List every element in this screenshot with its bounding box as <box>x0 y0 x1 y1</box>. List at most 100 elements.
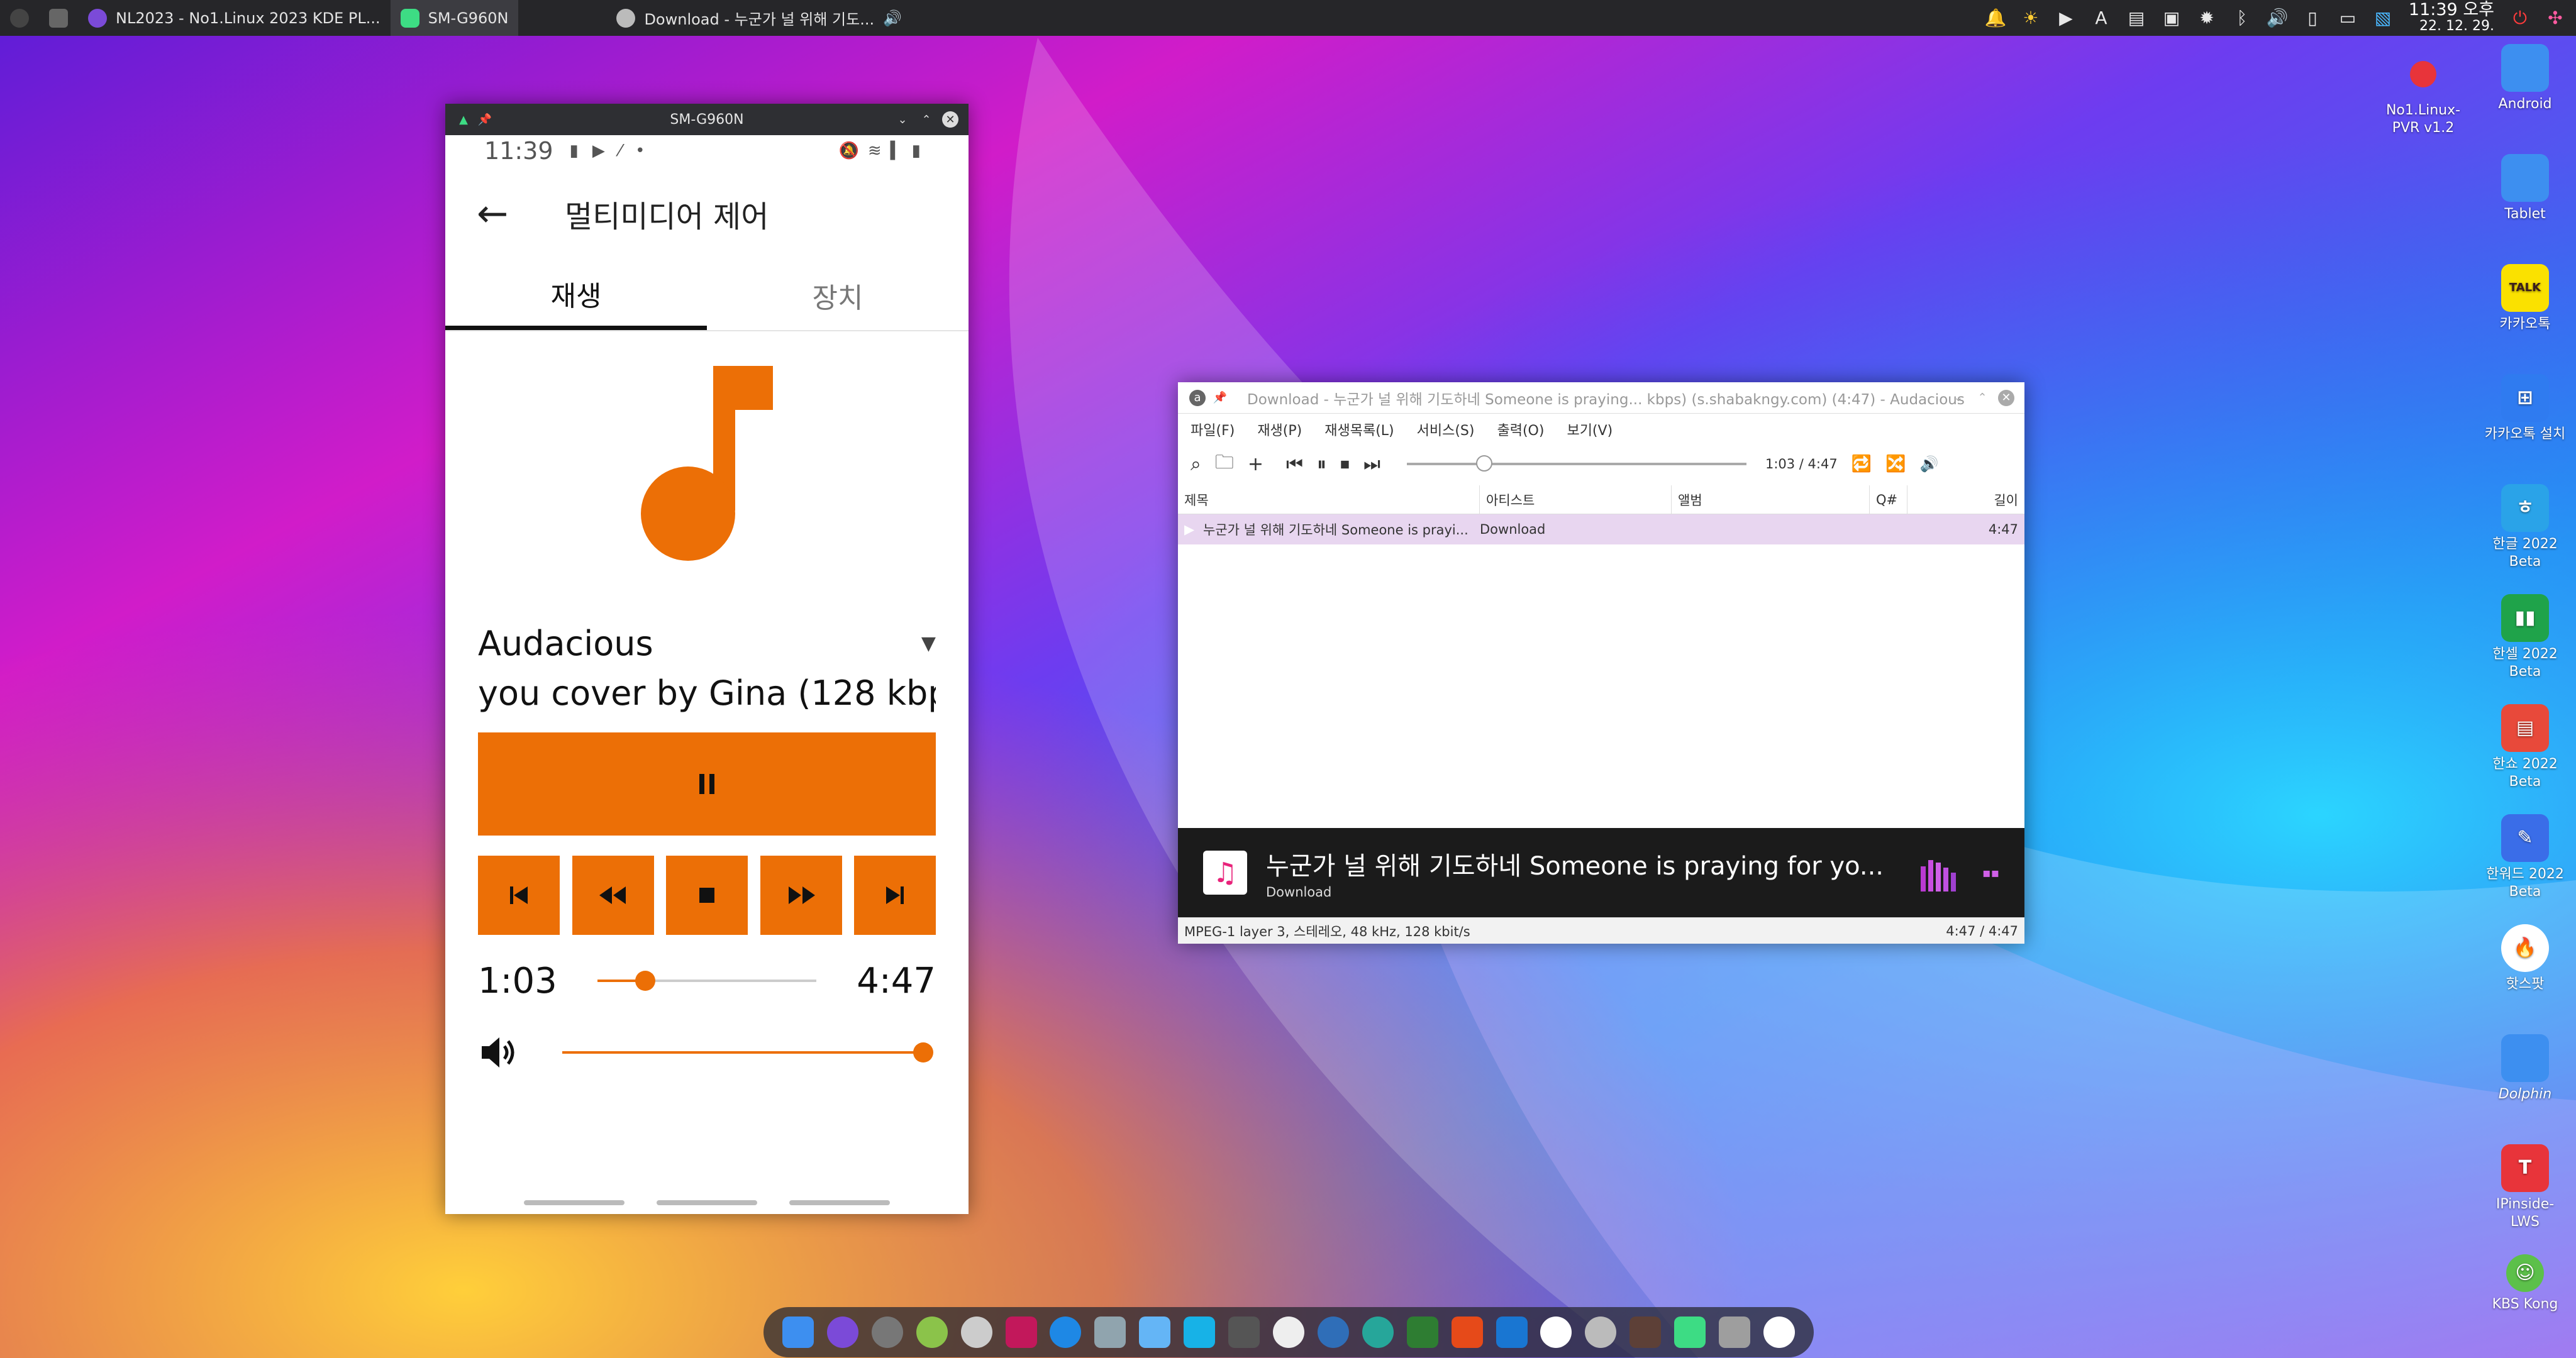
menu-output[interactable]: 출력(O) <box>1497 419 1544 439</box>
dock-tool-icon[interactable] <box>1719 1317 1751 1348</box>
seek-slider[interactable] <box>1406 455 1746 472</box>
phone-window-titlebar[interactable]: ▲ 📌 SM-G960N ⌄ ⌃ ✕ <box>445 104 969 135</box>
phone-icon[interactable]: ▯ <box>2303 8 2322 28</box>
pin-icon[interactable]: 📌 <box>1212 390 1228 406</box>
desktop-icon-hanword[interactable]: ✎ 한워드 2022 Beta <box>2478 814 2572 901</box>
maximize-icon[interactable]: ⌃ <box>1974 389 1990 406</box>
dock-document-icon[interactable] <box>1094 1317 1126 1348</box>
weather-icon[interactable]: ☀ <box>2021 8 2040 28</box>
dock-android-icon[interactable] <box>1674 1317 1706 1348</box>
tab-play[interactable]: 재생 <box>445 261 707 330</box>
seek-knob[interactable] <box>1475 455 1492 472</box>
desktop-icon-hanshow[interactable]: ▤ 한쇼 2022 Beta <box>2478 704 2572 791</box>
dock-terminal-icon[interactable] <box>1228 1317 1260 1348</box>
volume-icon[interactable]: 🔊 <box>1919 455 1938 473</box>
clipboard-icon[interactable]: ▤ <box>2127 8 2146 28</box>
col-length[interactable]: 길이 <box>1907 485 2024 514</box>
brightness-icon[interactable]: ✹ <box>2197 8 2216 28</box>
fast-forward-button[interactable] <box>760 856 842 935</box>
back-arrow-icon[interactable]: ← <box>477 192 540 236</box>
desktop-icon-tablet[interactable]: Tablet <box>2478 154 2572 223</box>
audacious-titlebar[interactable]: a 📌 Download - 누군가 널 위해 기도하네 Someone is … <box>1178 382 2024 414</box>
media-player-icon[interactable]: ▶ <box>2057 8 2075 28</box>
play-pause-button[interactable] <box>478 732 936 836</box>
task-nl2023[interactable]: NL2023 - No1.Linux 2023 KDE PL... <box>78 0 391 36</box>
volume-icon[interactable]: 🔊 <box>2266 8 2288 28</box>
dock-writer-icon[interactable] <box>1496 1317 1528 1348</box>
previous-icon[interactable]: ⏮ <box>1286 453 1303 475</box>
power-icon[interactable]: ⏻ <box>2511 8 2529 28</box>
task-sm-g960n[interactable]: SM-G960N <box>390 0 519 36</box>
volume-slider[interactable] <box>562 1042 933 1063</box>
previous-button[interactable] <box>478 856 560 935</box>
dock-network-icon[interactable] <box>1050 1317 1082 1348</box>
desktop-icon-ipinside[interactable]: T IPinside- LWS <box>2478 1144 2572 1231</box>
player-select-dropdown[interactable]: Audacious ▼ <box>478 618 936 668</box>
dock-files-icon[interactable] <box>782 1317 814 1348</box>
dock-x-icon[interactable] <box>1540 1317 1572 1348</box>
desktop-icon-kakao-install[interactable]: ⊞ 카카오톡 설치 <box>2478 374 2572 443</box>
kde-icon[interactable]: ✣ <box>2546 8 2565 28</box>
volume-knob[interactable] <box>913 1042 933 1063</box>
dock-cat-icon[interactable] <box>1629 1317 1662 1348</box>
bluetooth-icon[interactable]: ᛒ <box>2233 8 2251 28</box>
kde-connect-icon[interactable]: ▣ <box>2162 8 2181 28</box>
next-icon[interactable]: ⏭ <box>1363 453 1380 475</box>
dock-r-icon[interactable] <box>1317 1317 1349 1348</box>
desktop-icon-dolphin[interactable]: Dolphin <box>2478 1034 2572 1103</box>
nav-home[interactable] <box>656 1200 757 1205</box>
display-icon[interactable]: ▭ <box>2338 8 2357 28</box>
seek-knob[interactable] <box>635 971 656 991</box>
notification-bell-icon[interactable]: 🔔 <box>1984 8 2006 28</box>
dock-firefox-icon[interactable] <box>826 1317 858 1348</box>
open-folder-icon[interactable]: 🗀 <box>1215 448 1234 480</box>
menu-view[interactable]: 보기(V) <box>1567 419 1613 439</box>
dock-gear-icon[interactable] <box>916 1317 948 1348</box>
add-icon[interactable]: + <box>1248 453 1263 475</box>
tab-devices[interactable]: 장치 <box>707 261 969 330</box>
seek-slider[interactable] <box>597 971 817 991</box>
show-desktop-button[interactable] <box>39 0 78 36</box>
menu-playlist[interactable]: 재생목록(L) <box>1324 419 1394 439</box>
dock-audacious-icon[interactable] <box>960 1317 992 1348</box>
dock-image-viewer-icon[interactable] <box>1005 1317 1037 1348</box>
clock[interactable]: 11:39 오후 22. 12. 29. <box>2409 1 2494 35</box>
dock-notes-icon[interactable] <box>1139 1317 1171 1348</box>
menu-launcher-button[interactable] <box>0 0 39 36</box>
col-queue[interactable]: Q# <box>1870 485 1907 514</box>
desktop-icon-hancell[interactable]: ▮▮ 한셀 2022 Beta <box>2478 594 2572 681</box>
desktop-icon-hangul[interactable]: ㅎ 한글 2022 Beta <box>2478 484 2572 571</box>
close-icon[interactable]: ✕ <box>1998 389 2014 406</box>
dock-k-icon[interactable] <box>1362 1317 1394 1348</box>
input-method-icon[interactable]: A <box>2092 8 2111 28</box>
dock-presentation-icon[interactable] <box>1451 1317 1483 1348</box>
nav-recents[interactable] <box>524 1200 625 1205</box>
rewind-button[interactable] <box>572 856 654 935</box>
stop-button[interactable] <box>666 856 748 935</box>
next-button[interactable] <box>854 856 936 935</box>
nav-back[interactable] <box>789 1200 890 1205</box>
dock-spreadsheet-icon[interactable] <box>1406 1317 1438 1348</box>
desktop-icon-kakaotalk[interactable]: TALK 카카오톡 <box>2478 264 2572 333</box>
menu-services[interactable]: 서비스(S) <box>1417 419 1475 439</box>
desktop-icon-pvr[interactable]: No1.Linux- PVR v1.2 <box>2376 50 2470 137</box>
dock-kodi-icon[interactable] <box>1184 1317 1216 1348</box>
repeat-icon[interactable]: 🔁 <box>1852 455 1872 473</box>
dock-circle-icon[interactable] <box>1763 1317 1795 1348</box>
desktop-icon-android[interactable]: Android <box>2478 44 2572 113</box>
col-artist[interactable]: 아티스트 <box>1480 485 1672 514</box>
menu-playback[interactable]: 재생(P) <box>1257 419 1302 439</box>
dock-settings-icon[interactable] <box>871 1317 903 1348</box>
playlist-row[interactable]: ▶ 누군가 널 위해 기도하네 Someone is prayi... Down… <box>1178 514 2024 544</box>
shuffle-icon[interactable]: 🔀 <box>1885 455 1906 473</box>
col-title[interactable]: 제목 <box>1178 485 1480 514</box>
network-icon[interactable]: ▧ <box>2373 8 2392 28</box>
dock-penguin-icon[interactable] <box>1272 1317 1304 1348</box>
menu-file[interactable]: 파일(F) <box>1191 419 1235 439</box>
stop-icon[interactable]: ⏹ <box>1340 453 1350 475</box>
col-album[interactable]: 앨범 <box>1672 485 1870 514</box>
pause-icon[interactable]: ⏸ <box>1317 453 1326 475</box>
dock-share-icon[interactable] <box>1585 1317 1617 1348</box>
search-icon[interactable]: ⌕ <box>1191 453 1201 475</box>
desktop-icon-kbskong[interactable]: ☺ KBS Kong <box>2478 1254 2572 1313</box>
